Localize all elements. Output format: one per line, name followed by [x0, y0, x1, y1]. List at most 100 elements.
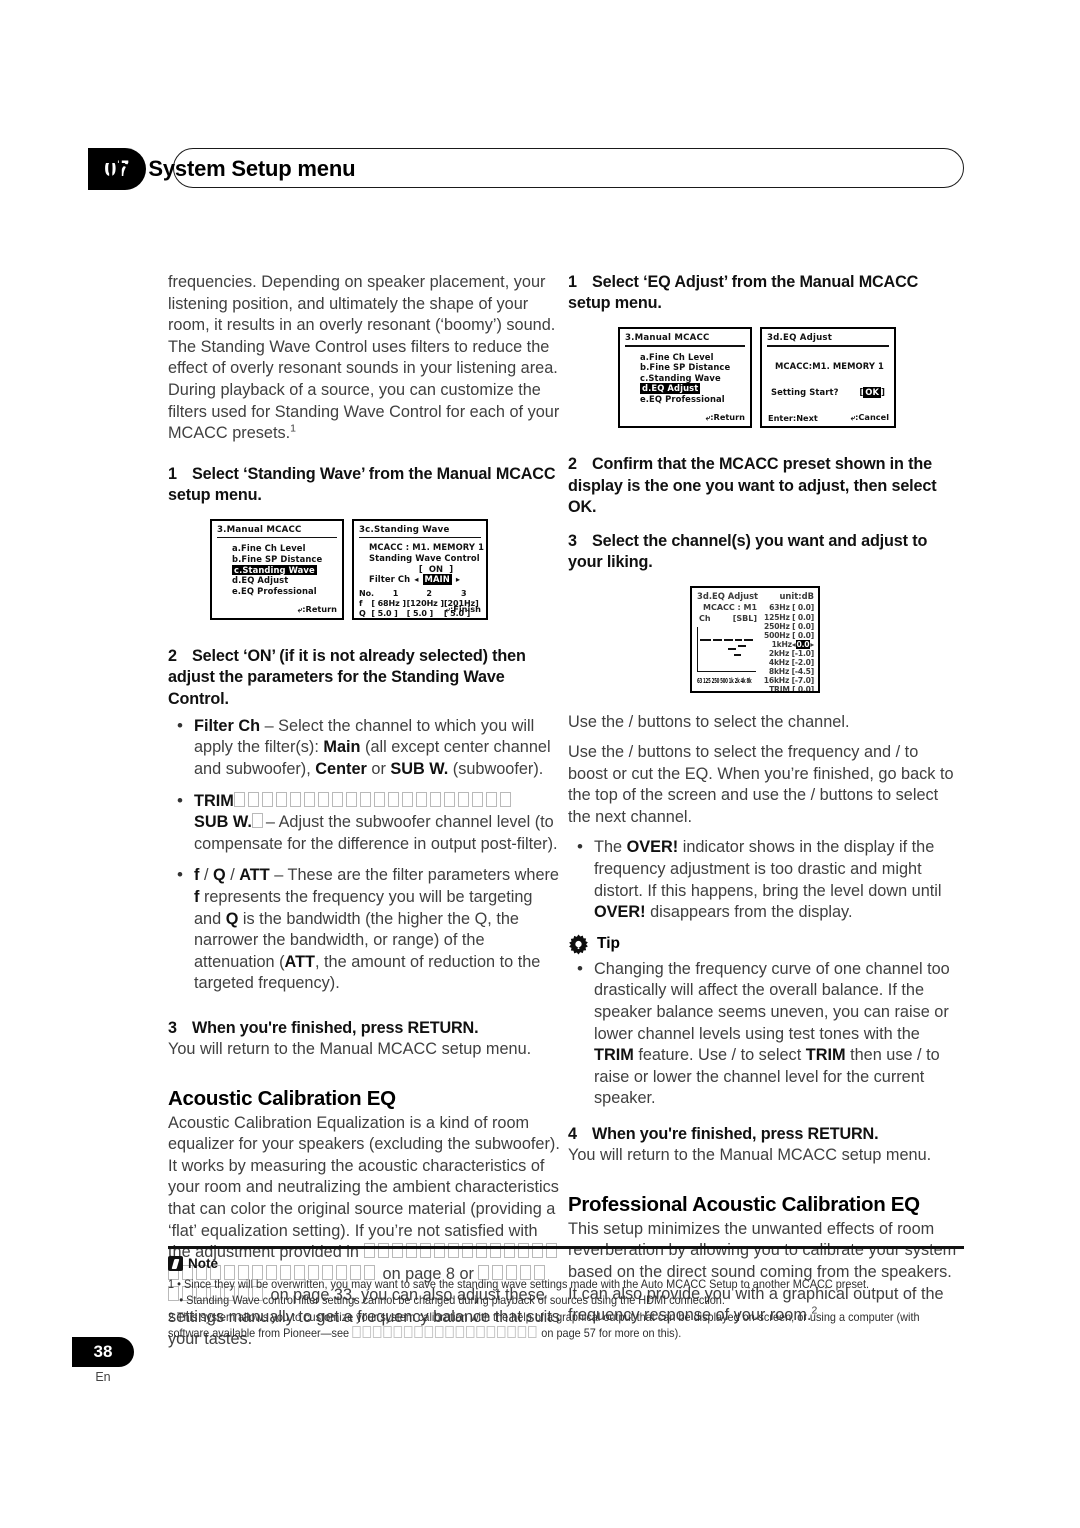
lcd-diagram-eq-adjust-start: 3.Manual MCACC a.Fine Ch Level b.Fine SP…	[618, 327, 960, 429]
missing-glyph	[403, 1326, 413, 1339]
lcd5-band-9-freq: TRIM	[769, 685, 790, 694]
tip-b2: TRIM	[805, 1046, 846, 1065]
lcd3-item-1: b.Fine SP Distance	[640, 362, 731, 373]
tip-label: Tip	[597, 935, 620, 953]
lcd5-band-6: 4kHz [-2.0]	[768, 657, 814, 667]
missing-glyph	[373, 791, 385, 807]
lcd2-filter-ch-value: MAIN	[422, 574, 452, 585]
note-item-0: 1 • Since they will be overwritten, you …	[168, 1277, 920, 1293]
lcd2-q-2: 5.0	[412, 608, 427, 618]
lcd-eq-adjust-detail-screen: 3d.EQ Adjust unit:dB MCACC : M1 Ch [SBL]	[690, 586, 820, 694]
lcd5-band-0: 63Hz [ 0.0]	[769, 603, 814, 613]
lcd2-preset: MCACC : M1. MEMORY 1	[369, 542, 485, 553]
bullet-over-b1: OVER!	[626, 838, 679, 857]
missing-glyph	[471, 791, 483, 807]
bullet-filter-ch-t3: or	[366, 759, 391, 778]
missing-glyph	[499, 791, 511, 807]
note-item-2-text-2: on page 57 for more on this).	[538, 1327, 682, 1341]
missing-glyph	[372, 1326, 382, 1339]
lcd5-band-2-value: 0.0	[797, 621, 811, 631]
missing-glyph	[352, 1326, 361, 1339]
missing-glyph	[486, 1326, 496, 1339]
missing-glyph	[455, 1326, 465, 1339]
bullet-fqatt-batt: ATT	[284, 952, 315, 971]
page-title: The System Setup menu	[104, 156, 356, 181]
footnote-marker-1: 1	[290, 422, 296, 435]
lcd4-footer-enter: Enter:Next	[768, 413, 818, 424]
lcd4-prompt-label: Setting Start?	[771, 387, 839, 398]
right-step-1-text: Select ‘EQ Adjust’ from the Manual MCACC…	[568, 273, 919, 313]
starburst-icon	[568, 934, 589, 955]
bullet-tip-balance: Changing the frequency curve of one chan…	[568, 958, 960, 1110]
missing-glyph	[317, 791, 329, 807]
lcd5-band-8: 16kHz [-7.0]	[763, 676, 814, 686]
right-column: 1 Select ‘EQ Adjust’ from the Manual MCAC…	[568, 272, 960, 1327]
lcd2-th-3: 3	[460, 588, 467, 598]
left-step-3-text: When you're finished, press RETURN.	[192, 1018, 479, 1037]
right-step-2-text: Confirm that the MCACC preset shown in t…	[568, 455, 937, 516]
lcd2-q-1: 5.0	[377, 608, 392, 618]
bullet-over-b2: OVER!	[594, 903, 646, 922]
missing-glyph	[424, 1326, 433, 1339]
missing-glyph	[387, 791, 399, 807]
bullet-trim: TRIM SUB W.– Adjust the subwoofer channe…	[168, 790, 560, 856]
lcd5-band-7: 8kHz [-4.5]	[768, 667, 814, 677]
lcd4-preset: MCACC:M1. MEMORY 1	[775, 360, 884, 371]
intro-paragraph: frequencies. Depending on speaker placem…	[168, 272, 560, 445]
lcd5-band-9: TRIM [ 0.0]	[769, 685, 814, 694]
right-step-2-number: 2	[568, 455, 577, 474]
note-icon	[168, 1256, 183, 1271]
bullet-sep-1: /	[199, 866, 213, 885]
left-step-3-body: You will return to the Manual MCACC setu…	[168, 1040, 532, 1059]
lcd2-att-3: 0.0dB	[447, 619, 473, 620]
missing-glyph	[275, 791, 287, 807]
lcd5-band-6-value: -2.0	[794, 657, 811, 667]
lcd5-band-2: 250Hz [ 0.0]	[764, 621, 814, 631]
lcd2-table-header: No. 1 2 3	[359, 589, 481, 599]
missing-glyph	[362, 1326, 371, 1339]
lcd3-title: 3.Manual MCACC	[625, 333, 710, 344]
lcd2-row-att: ATT [0.0dB] [0.0dB] [0.0dB]	[359, 619, 481, 620]
lcd1-item-2-label: c.Standing Wave	[232, 564, 317, 576]
lcd3-item-4: e.EQ Professional	[640, 394, 725, 405]
tip-t1: Changing the frequency curve of one chan…	[594, 959, 950, 1043]
bullet-sep-2: /	[225, 866, 240, 885]
lcd5-band-0-value: 0.0	[797, 603, 811, 613]
left-step-3: 3 When you're finished, press RETURN.	[168, 1018, 560, 1039]
note-body: 1 • Since they will be overwritten, you …	[168, 1277, 920, 1343]
missing-glyph	[359, 791, 371, 807]
lcd5-band-6-freq: 4kHz	[768, 657, 790, 667]
left-step-1: 1 Select ‘Standing Wave’ from the Manual …	[168, 464, 560, 506]
right-step-3-number: 3	[568, 532, 577, 551]
lcd5-band-8-value: -7.0	[794, 676, 811, 686]
bullet-term-q: Q	[213, 866, 226, 885]
lcd5-band-4-value: 0.0	[795, 639, 811, 649]
note-item-1-marker: •	[179, 1294, 184, 1308]
right-step-4: 4 When you're finished, press RETURN.	[568, 1124, 960, 1145]
lcd5-channel-value: [SBL]	[732, 613, 757, 623]
bullet-filter-ch-t4: (subwoofer).	[448, 759, 544, 778]
lcd3-item-3-selected: d.EQ Adjust	[625, 383, 745, 395]
right-arrow-icon: ▸	[455, 574, 461, 585]
lcd2-th-no: No.	[359, 588, 374, 598]
lcd2-row-q-param: Q	[359, 608, 366, 618]
lcd5-band-7-value: -4.5	[794, 667, 811, 677]
missing-glyph	[485, 791, 497, 807]
missing-glyph	[443, 791, 455, 807]
lcd5-band-1: 125Hz [ 0.0]	[764, 612, 814, 622]
over-indicator-list: The OVER! indicator shows in the display…	[568, 836, 960, 923]
note-item-0-text: Since they will be overwritten, you may …	[183, 1278, 870, 1291]
lcd1-item-1: b.Fine SP Distance	[232, 554, 323, 565]
page-header: 07 The System Setup menu	[88, 148, 964, 190]
left-arrow-icon-eq: ◂	[791, 639, 796, 649]
missing-glyph	[251, 813, 263, 829]
lcd2-control-label: Standing Wave Control	[369, 553, 480, 564]
lcd2-filter-ch-row: Filter Ch ◂ MAIN ▸	[359, 574, 481, 585]
lcd2-th-1: 1	[392, 588, 399, 598]
acq-text-1: Acoustic Calibration Equalization is a k…	[168, 1113, 560, 1262]
lcd2-row-att-param: ATT	[359, 619, 371, 620]
lcd5-title: 3d.EQ Adjust	[697, 591, 759, 602]
lcd5-band-3-freq: 500Hz	[764, 630, 790, 640]
lcd5-band-9-value: 0.0	[797, 685, 811, 694]
lcd-standing-wave-screen: 3c.Standing Wave MCACC : M1. MEMORY 1 St…	[352, 519, 488, 621]
